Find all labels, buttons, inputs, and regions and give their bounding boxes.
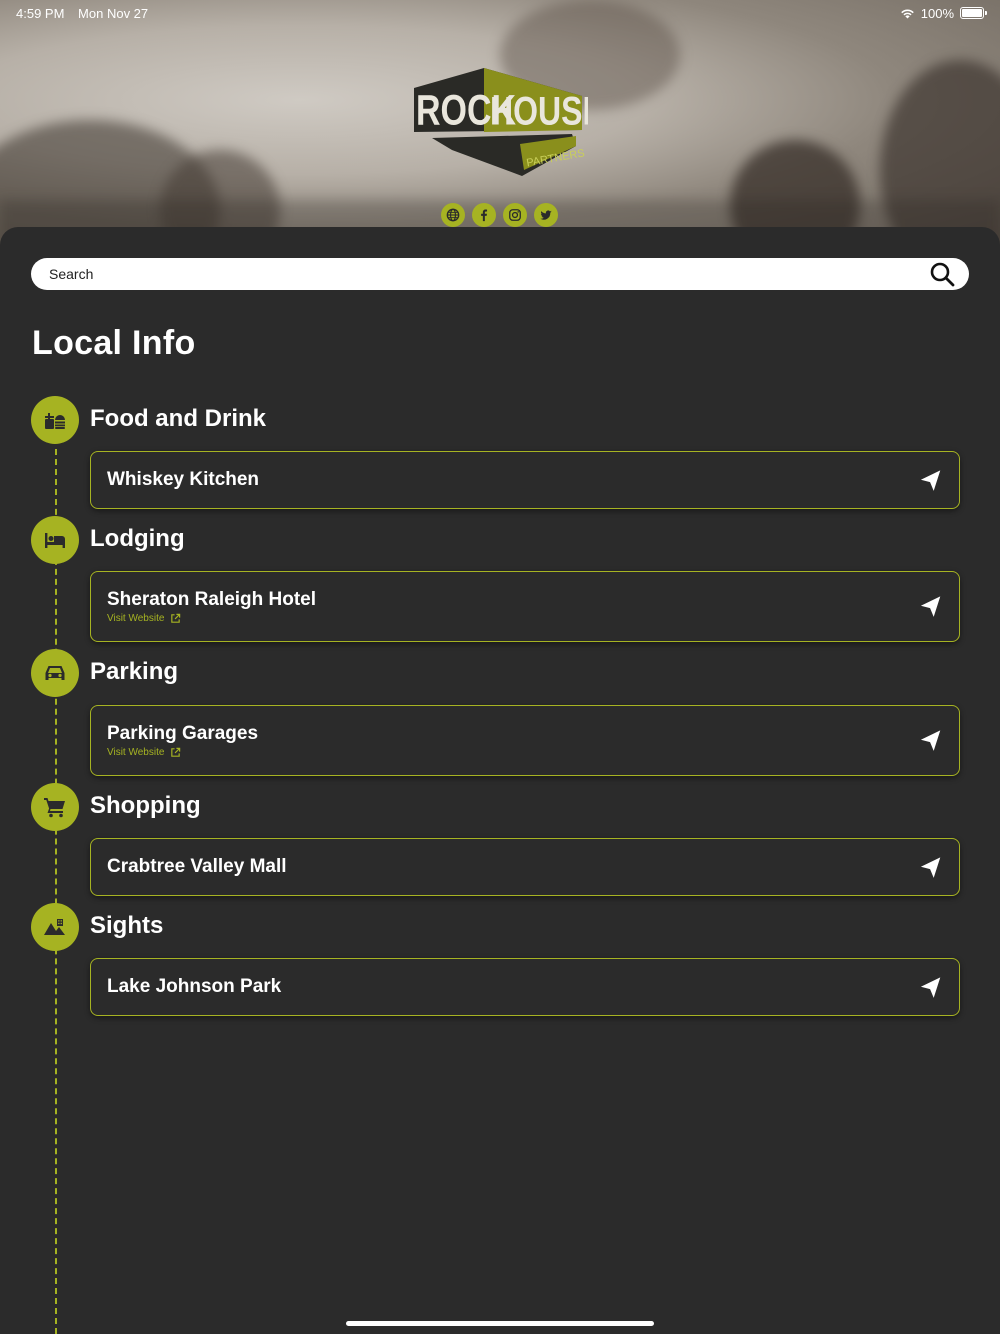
logo-house-text: HOUSE: [490, 88, 588, 133]
category-icon-shopping: [31, 783, 79, 831]
category-icon-lodging: [31, 516, 79, 564]
search-input[interactable]: [47, 265, 929, 283]
navigate-arrow-icon[interactable]: [919, 595, 943, 619]
battery-percent: 100%: [920, 5, 954, 21]
place-card-crabtree-valley-mall[interactable]: Crabtree Valley Mall: [90, 838, 960, 896]
visit-website-label: Visit Website: [107, 747, 165, 758]
category-title: Lodging: [90, 525, 185, 552]
landscape-icon: [44, 919, 65, 935]
external-link-icon: [171, 613, 181, 623]
navigate-arrow-icon[interactable]: [919, 469, 943, 493]
instagram-icon: [509, 209, 521, 221]
facebook-link[interactable]: [472, 203, 496, 227]
category-title: Food and Drink: [90, 405, 266, 432]
place-name: Parking Garages: [107, 723, 259, 744]
cart-icon: [44, 798, 65, 818]
place-card-lake-johnson-park[interactable]: Lake Johnson Park: [90, 958, 960, 1016]
twitter-link[interactable]: [534, 203, 558, 227]
food-icon: [45, 413, 65, 429]
timeline-line: [55, 449, 57, 1334]
visit-website-label: Visit Website: [107, 613, 165, 624]
facebook-icon: [481, 209, 488, 222]
instagram-link[interactable]: [503, 203, 527, 227]
twitter-icon: [540, 210, 552, 220]
category-icon-sights: [31, 903, 79, 951]
place-name: Lake Johnson Park: [107, 976, 282, 997]
place-name: Whiskey Kitchen: [107, 469, 260, 490]
home-indicator[interactable]: [346, 1321, 654, 1326]
category-title: Sights: [90, 912, 164, 939]
category-title: Parking: [90, 658, 179, 685]
globe-icon: [446, 208, 460, 222]
navigate-arrow-icon[interactable]: [919, 976, 943, 1000]
car-icon: [45, 666, 65, 680]
place-name: Crabtree Valley Mall: [107, 856, 287, 877]
visit-website-link[interactable]: Visit Website: [107, 747, 181, 758]
search-bar[interactable]: [31, 258, 969, 290]
main-panel: Local Info Food and Drink Whiskey Kitche…: [0, 227, 1000, 1334]
category-title: Shopping: [90, 792, 201, 819]
status-bar: 4:59 PM Mon Nov 27 100%: [16, 4, 987, 22]
category-icon-food: [31, 396, 79, 444]
search-icon[interactable]: [929, 261, 955, 287]
navigate-arrow-icon[interactable]: [919, 856, 943, 880]
website-link[interactable]: [441, 203, 465, 227]
category-icon-parking: [31, 649, 79, 697]
wifi-icon: [900, 8, 914, 18]
header-hero: 4:59 PM Mon Nov 27 100% ROCK HOUSE PARTN…: [0, 0, 1000, 250]
place-card-parking-garages[interactable]: Parking Garages Visit Website: [90, 705, 960, 776]
place-card-sheraton-raleigh-hotel[interactable]: Sheraton Raleigh Hotel Visit Website: [90, 571, 960, 642]
external-link-icon: [171, 747, 181, 757]
visit-website-link[interactable]: Visit Website: [107, 613, 181, 624]
rock-house-logo: ROCK HOUSE PARTNERS: [414, 68, 588, 176]
navigate-arrow-icon[interactable]: [919, 729, 943, 753]
bed-icon: [45, 533, 65, 548]
social-links: [441, 203, 558, 227]
status-time: 4:59 PM: [16, 5, 65, 21]
battery-icon: [960, 7, 987, 19]
page-title: Local Info: [32, 324, 196, 362]
place-card-whiskey-kitchen[interactable]: Whiskey Kitchen: [90, 451, 960, 509]
place-name: Sheraton Raleigh Hotel: [107, 589, 317, 610]
status-date: Mon Nov 27: [78, 5, 149, 21]
